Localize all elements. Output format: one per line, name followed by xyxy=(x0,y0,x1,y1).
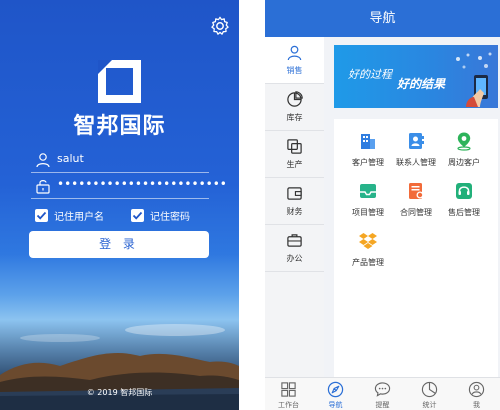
person-icon xyxy=(287,45,302,61)
banner-text-2: 好的结果 xyxy=(397,77,446,91)
user-icon xyxy=(36,153,50,168)
app-contact-management[interactable]: 联系人管理 xyxy=(392,131,440,179)
banner-text-1: 好的过程 xyxy=(348,68,392,81)
tab-reminders[interactable]: 提醒 xyxy=(359,378,406,410)
checkmark-icon xyxy=(36,211,47,220)
tab-label: 我 xyxy=(473,401,480,409)
profile-icon xyxy=(468,381,485,398)
promo-banner[interactable]: 好的过程 好的结果 xyxy=(334,45,498,108)
building-icon xyxy=(361,134,375,149)
briefcase-icon xyxy=(287,234,302,247)
page-title: 导航 xyxy=(265,0,500,37)
username-field[interactable]: salut xyxy=(31,149,209,173)
project-tray-icon xyxy=(360,184,376,198)
checkmark-icon xyxy=(132,211,143,220)
settings-gear-icon[interactable] xyxy=(209,15,231,37)
app-label: 周边客户 xyxy=(448,158,480,167)
copyright-text: © 2019 智邦国际 xyxy=(86,388,153,397)
sidebar-item-label: 财务 xyxy=(286,207,303,216)
app-project-management[interactable]: 项目管理 xyxy=(344,181,392,229)
navigation-screen: 导航 销售 库存 生产 财务 办公 好的过程 好的结果 客户管理 联系人管理 周… xyxy=(265,0,500,410)
category-sidebar: 销售 库存 生产 财务 办公 xyxy=(265,37,324,377)
sidebar-item-sales[interactable]: 销售 xyxy=(265,37,324,84)
login-screen: 智邦国际 salut •••••••••••••••••••••••• 记住用户… xyxy=(0,0,239,410)
contact-card-icon xyxy=(409,133,424,149)
bottom-tab-bar: 工作台 导航 提醒 统计 我 xyxy=(265,377,500,410)
remember-username-label: 记住用户名 xyxy=(54,211,104,223)
stats-icon xyxy=(421,381,438,398)
password-value[interactable]: •••••••••••••••••••••••• xyxy=(57,177,227,191)
app-contract-management[interactable]: 合同管理 xyxy=(392,181,440,229)
app-nearby-customers[interactable]: 周边客户 xyxy=(440,131,488,179)
login-button[interactable]: 登 录 xyxy=(29,231,209,258)
lock-icon xyxy=(36,180,50,194)
contract-icon xyxy=(409,183,424,199)
remember-password-checkbox[interactable]: 记住密码 xyxy=(131,207,190,223)
sidebar-item-production[interactable]: 生产 xyxy=(265,131,324,178)
tab-workbench[interactable]: 工作台 xyxy=(265,378,312,410)
sidebar-item-label: 库存 xyxy=(286,113,303,122)
tab-navigation[interactable]: 导航 xyxy=(312,378,359,410)
main-content: 好的过程 好的结果 客户管理 联系人管理 周边客户 项目管理 合同管理 售后管理… xyxy=(324,37,500,377)
tab-label: 工作台 xyxy=(278,401,299,409)
tab-label: 导航 xyxy=(328,401,343,409)
sidebar-item-label: 销售 xyxy=(286,66,303,75)
phone-illustration xyxy=(456,52,492,107)
sidebar-item-finance[interactable]: 财务 xyxy=(265,178,324,225)
app-customer-management[interactable]: 客户管理 xyxy=(344,131,392,179)
tab-label: 统计 xyxy=(422,401,437,409)
location-pin-icon xyxy=(457,132,471,151)
username-value[interactable]: salut xyxy=(57,152,84,165)
sidebar-item-label: 生产 xyxy=(286,160,303,169)
brand-logo xyxy=(98,60,141,103)
remember-password-label: 记住密码 xyxy=(150,211,190,223)
checkbox-box[interactable] xyxy=(35,208,48,222)
checkbox-box[interactable] xyxy=(131,208,144,222)
brand-name: 智邦国际 xyxy=(73,114,166,139)
chat-bubble-icon xyxy=(374,382,391,397)
headset-icon xyxy=(456,183,472,199)
pie-chart-icon xyxy=(287,91,303,107)
password-field[interactable]: •••••••••••••••••••••••• xyxy=(31,175,227,199)
sidebar-item-label: 办公 xyxy=(286,254,303,263)
sidebar-item-office[interactable]: 办公 xyxy=(265,225,324,272)
remember-username-checkbox[interactable]: 记住用户名 xyxy=(35,207,104,223)
navigation-arrow-icon xyxy=(327,381,344,398)
tab-me[interactable]: 我 xyxy=(453,378,500,410)
dropbox-icon xyxy=(359,233,377,249)
app-after-sales-management[interactable]: 售后管理 xyxy=(440,181,488,229)
app-label: 产品管理 xyxy=(352,258,384,267)
tab-label: 提醒 xyxy=(375,401,390,409)
sidebar-item-inventory[interactable]: 库存 xyxy=(265,84,324,131)
app-label: 售后管理 xyxy=(448,208,480,217)
dashboard-icon xyxy=(281,382,296,397)
app-grid: 客户管理 联系人管理 周边客户 项目管理 合同管理 售后管理 产品管理 xyxy=(334,119,498,377)
app-product-management[interactable]: 产品管理 xyxy=(344,231,392,279)
tab-statistics[interactable]: 统计 xyxy=(406,378,453,410)
production-icon xyxy=(287,139,302,154)
wallet-icon xyxy=(287,187,302,200)
